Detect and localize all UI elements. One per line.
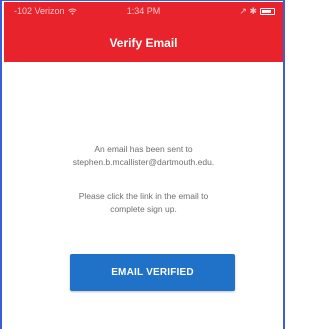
- main-content: An email has been sent to stephen.b.mcal…: [4, 62, 283, 329]
- nav-header: -102 Verizon 1:34 PM ↗ ✱ Verify Email: [4, 2, 283, 62]
- instruction-message: Please click the link in the email to co…: [4, 190, 283, 216]
- phone-frame: -102 Verizon 1:34 PM ↗ ✱ Verify Email An…: [0, 0, 285, 329]
- sent-message-line1: An email has been sent to: [94, 144, 193, 154]
- sent-message: An email has been sent to stephen.b.mcal…: [4, 143, 283, 169]
- page-title: Verify Email: [109, 36, 178, 50]
- email-address: stephen.b.mcallister@dartmouth.edu.: [72, 157, 215, 167]
- email-verified-button[interactable]: EMAIL VERIFIED: [70, 254, 235, 291]
- instruction-line1: Please click the link in the email to: [78, 191, 209, 201]
- instruction-line2: complete sign up.: [110, 204, 177, 214]
- status-indicators: ↗ ✱: [239, 6, 275, 17]
- status-indicator-text: ↗ ✱: [239, 6, 257, 16]
- battery-icon: [260, 8, 275, 15]
- status-bar: -102 Verizon 1:34 PM ↗ ✱: [4, 2, 283, 22]
